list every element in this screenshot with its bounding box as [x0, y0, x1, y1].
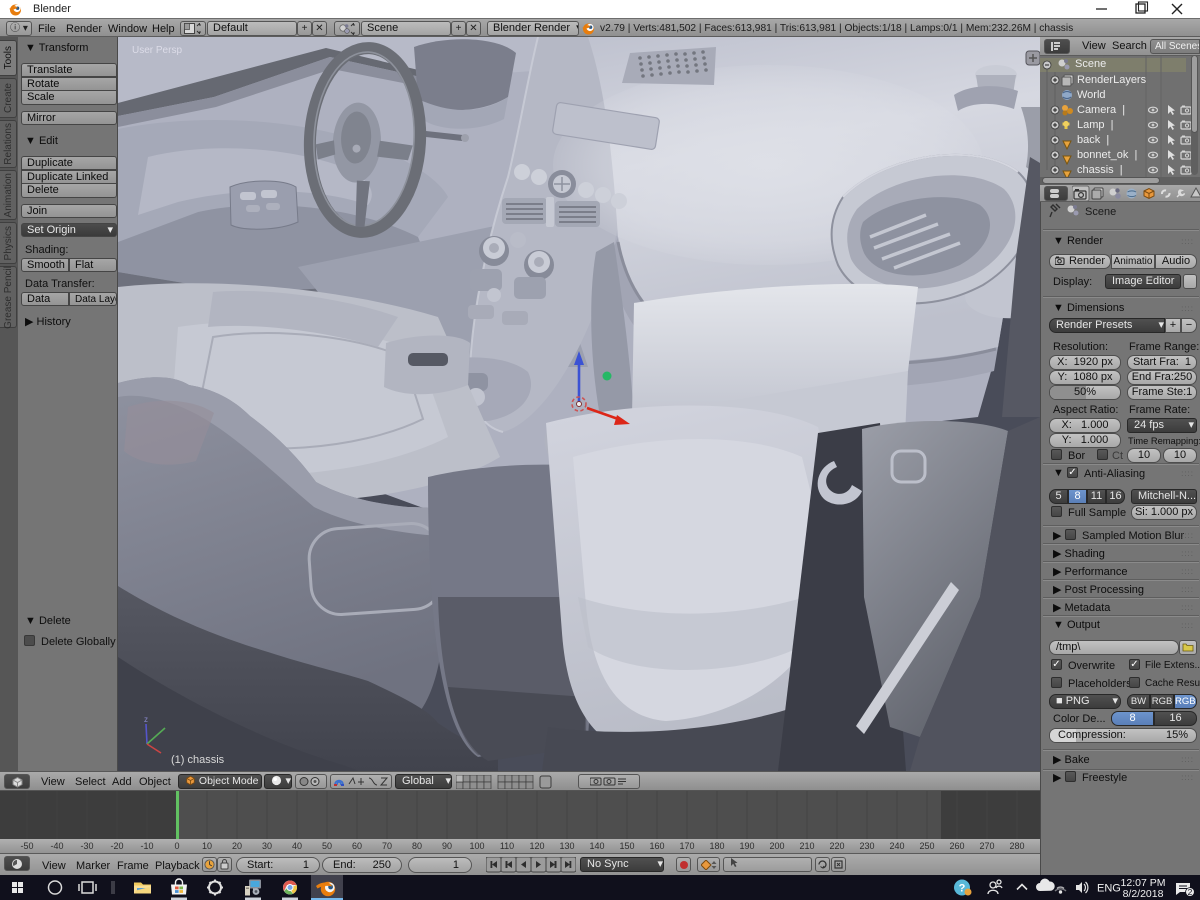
svg-text:8/2/2018: 8/2/2018 [1123, 888, 1164, 900]
svg-text:z: z [144, 715, 148, 724]
svg-text:User Persp: User Persp [132, 45, 182, 56]
svg-text:ENG: ENG [1097, 883, 1121, 895]
svg-text:2: 2 [1188, 887, 1193, 897]
svg-text:(1) chassis: (1) chassis [171, 754, 225, 766]
